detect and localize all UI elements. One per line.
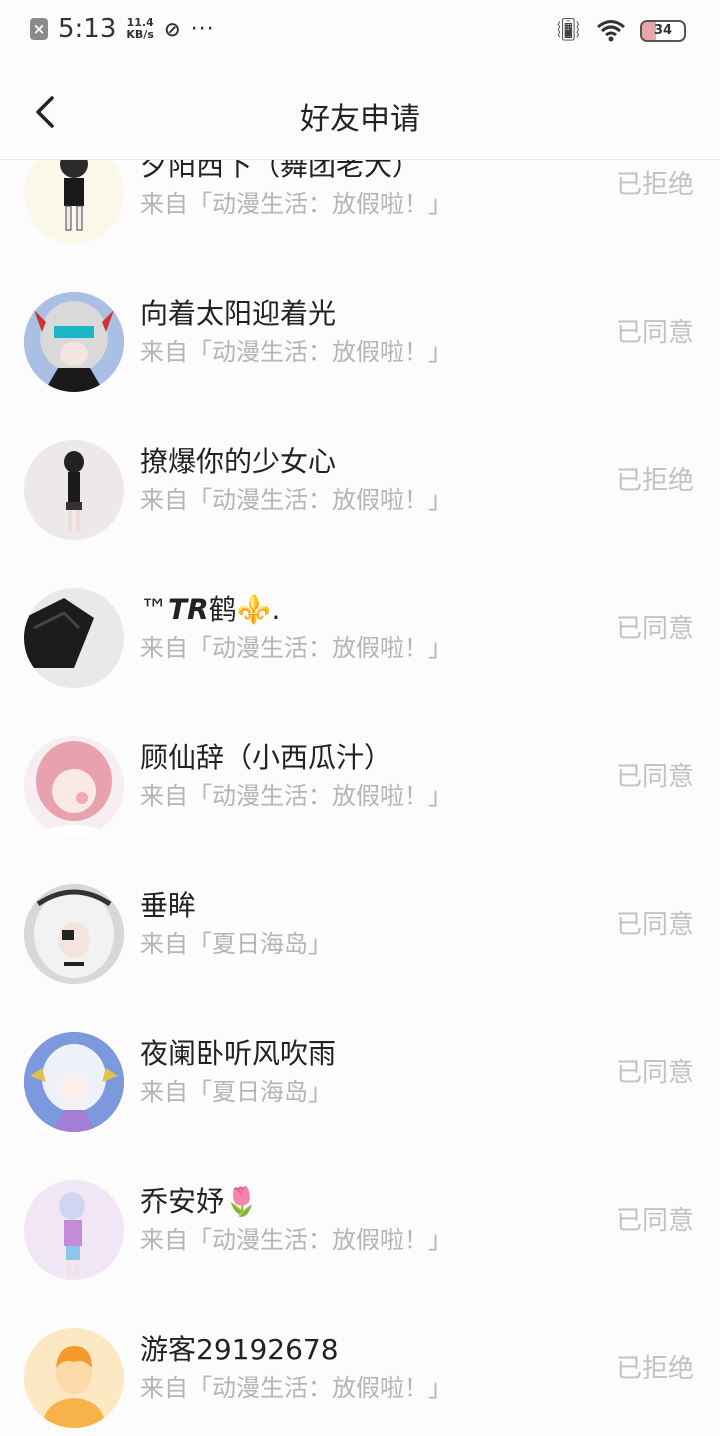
request-name: 夕阳西下（舞团老大） — [140, 160, 421, 182]
request-name: 夜阑卧听风吹雨 — [140, 1037, 337, 1070]
list-item[interactable]: 垂眸 来自「夏日海岛」 已同意 — [0, 884, 720, 1032]
request-source: 来自「夏日海岛」 — [140, 1078, 332, 1106]
request-name: 乔安妤🌷 — [140, 1185, 259, 1218]
request-source: 来自「动漫生活：放假啦！」 — [140, 338, 452, 366]
request-status: 已拒绝 — [615, 170, 694, 200]
list-item[interactable]: 顾仙辞（小西瓜汁） 来自「动漫生活：放假啦！」 已同意 — [0, 736, 720, 884]
avatar[interactable] — [24, 440, 124, 540]
list-item[interactable]: 撩爆你的少女心 来自「动漫生活：放假啦！」 已拒绝 — [0, 440, 720, 588]
list-item[interactable]: ™𝙏𝙍鹤⚜️. 来自「动漫生活：放假啦！」 已同意 — [0, 588, 720, 736]
more-notifications-icon: ··· — [190, 16, 215, 42]
request-status: 已同意 — [615, 318, 694, 348]
list-item[interactable]: 游客29192678 来自「动漫生活：放假啦！」 已拒绝 — [0, 1328, 720, 1436]
avatar[interactable] — [24, 588, 124, 688]
friend-request-list[interactable]: 夕阳西下（舞团老大） 来自「动漫生活：放假啦！」 已拒绝 向着太阳迎着光 来自「… — [0, 160, 720, 1436]
status-bar: × 5:13 11.4 KB/s ⊘ ··· 📳︎ 34 — [0, 0, 720, 64]
request-status: 已同意 — [615, 1058, 694, 1088]
page-title: 好友申请 — [300, 102, 420, 137]
gallery-off-icon: ⊘ — [163, 17, 181, 41]
nav-header: 好友申请 — [0, 64, 720, 160]
avatar[interactable] — [24, 736, 124, 836]
request-source: 来自「动漫生活：放假啦！」 — [140, 634, 452, 662]
request-name: 向着太阳迎着光 — [140, 297, 337, 330]
avatar[interactable] — [24, 1032, 124, 1132]
request-status: 已拒绝 — [615, 466, 694, 496]
request-name: 垂眸 — [140, 889, 197, 922]
avatar[interactable] — [24, 160, 124, 244]
request-source: 来自「动漫生活：放假啦！」 — [140, 190, 452, 218]
request-name: 游客29192678 — [140, 1333, 339, 1366]
request-name: 撩爆你的少女心 — [140, 445, 337, 478]
notification-close-icon: × — [30, 18, 48, 40]
request-source: 来自「动漫生活：放假啦！」 — [140, 782, 452, 810]
request-status: 已同意 — [615, 762, 694, 792]
vibrate-icon: 📳︎ — [554, 18, 582, 43]
request-name: 顾仙辞（小西瓜汁） — [140, 741, 393, 774]
avatar[interactable] — [24, 292, 124, 392]
battery-icon: 34 — [640, 19, 686, 42]
list-item[interactable]: 夜阑卧听风吹雨 来自「夏日海岛」 已同意 — [0, 1032, 720, 1180]
request-source: 来自「动漫生活：放假啦！」 — [140, 486, 452, 514]
avatar[interactable] — [24, 884, 124, 984]
network-speed: 11.4 KB/s — [126, 16, 154, 41]
list-item[interactable]: 向着太阳迎着光 来自「动漫生活：放假啦！」 已同意 — [0, 292, 720, 440]
request-status: 已同意 — [615, 910, 694, 940]
wifi-icon — [597, 19, 625, 41]
list-item[interactable]: 夕阳西下（舞团老大） 来自「动漫生活：放假啦！」 已拒绝 — [0, 160, 720, 292]
request-status: 已拒绝 — [615, 1354, 694, 1384]
status-time: 5:13 — [58, 14, 117, 44]
request-status: 已同意 — [615, 1206, 694, 1236]
request-source: 来自「动漫生活：放假啦！」 — [140, 1226, 452, 1254]
list-item[interactable]: 乔安妤🌷 来自「动漫生活：放假啦！」 已同意 — [0, 1180, 720, 1328]
request-source: 来自「夏日海岛」 — [140, 930, 332, 958]
request-name: ™𝙏𝙍鹤⚜️. — [140, 593, 281, 626]
request-status: 已同意 — [615, 614, 694, 644]
request-source: 来自「动漫生活：放假啦！」 — [140, 1374, 452, 1402]
avatar[interactable] — [24, 1180, 124, 1280]
avatar[interactable] — [24, 1328, 124, 1428]
